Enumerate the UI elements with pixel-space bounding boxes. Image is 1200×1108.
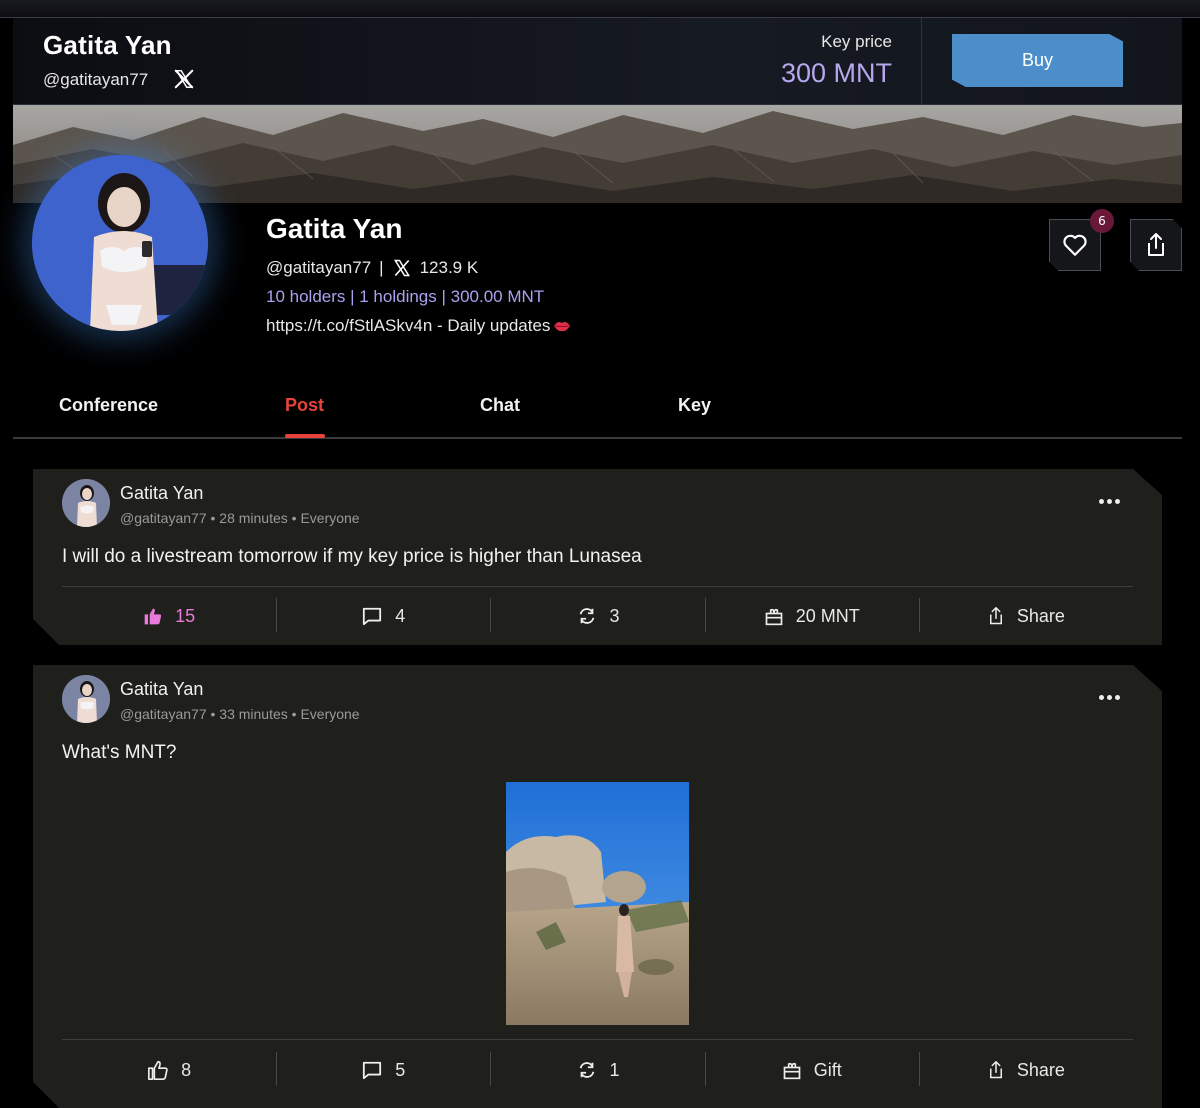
share-profile-button[interactable] — [1130, 219, 1182, 271]
repost-icon — [576, 606, 598, 626]
follower-count: 123.9 K — [419, 258, 479, 277]
gift-icon — [782, 1060, 802, 1080]
profile-bio: https://t.co/fStlASkv4n - Daily updates — [266, 316, 551, 335]
post-divider — [62, 1039, 1133, 1040]
gift-icon — [764, 606, 784, 626]
profile-handle[interactable]: @gatitayan77 — [266, 258, 371, 278]
tab-chat[interactable]: Chat — [480, 395, 520, 416]
comment-button[interactable]: 4 — [276, 596, 490, 636]
profile-header: Gatita Yan @gatitayan77 Key price 300 MN… — [13, 18, 1182, 105]
tab-post[interactable]: Post — [285, 395, 324, 416]
lips-icon — [553, 319, 571, 333]
post-author-name[interactable]: Gatita Yan — [120, 679, 203, 700]
more-options-icon[interactable] — [1096, 687, 1122, 707]
comment-button[interactable]: 5 — [276, 1050, 490, 1090]
post-divider — [62, 586, 1133, 587]
x-icon[interactable] — [392, 258, 412, 278]
post-card: Gatita Yan @gatitayan77 • 28 minutes • E… — [33, 469, 1162, 645]
post-author-avatar[interactable] — [62, 675, 110, 723]
post-text: I will do a livestream tomorrow if my ke… — [62, 546, 642, 567]
post-author-avatar[interactable] — [62, 479, 110, 527]
share-icon — [987, 605, 1005, 627]
browser-top-strip — [0, 0, 1200, 18]
gift-button[interactable]: Gift — [705, 1050, 919, 1090]
share-button[interactable]: Share — [919, 596, 1133, 636]
thumbs-up-filled-icon — [143, 606, 163, 626]
like-button[interactable]: 8 — [62, 1050, 276, 1090]
gift-button[interactable]: 20 MNT — [705, 596, 919, 636]
gift-amount: 20 MNT — [795, 605, 860, 626]
like-count: 8 — [181, 1059, 192, 1080]
heart-icon — [1062, 233, 1088, 257]
x-icon[interactable] — [173, 68, 195, 90]
header-divider — [921, 18, 922, 105]
key-price-value: 300 MNT — [780, 58, 892, 88]
repost-button[interactable]: 3 — [490, 596, 704, 636]
repost-button[interactable]: 1 — [490, 1050, 704, 1090]
header-handle[interactable]: @gatitayan77 — [43, 70, 148, 90]
profile-bio-row: https://t.co/fStlASkv4n - Daily updates — [266, 316, 571, 336]
gift-label: Gift — [813, 1059, 842, 1080]
more-options-icon[interactable] — [1096, 491, 1122, 511]
profile-page: Gatita Yan @gatitayan77 Key price 300 MN… — [13, 18, 1182, 1108]
profile-tabs: Conference Post Chat Key — [13, 383, 1182, 439]
thumbs-up-icon — [147, 1059, 169, 1081]
profile-name: Gatita Yan — [266, 213, 403, 244]
post-meta: @gatitayan77 • 28 minutes • Everyone — [120, 510, 360, 526]
share-icon — [987, 1059, 1005, 1081]
like-count: 15 — [175, 605, 196, 626]
repost-icon — [576, 1060, 598, 1080]
repost-count: 1 — [609, 1059, 620, 1080]
share-label: Share — [1016, 1059, 1065, 1080]
post-image[interactable] — [506, 782, 689, 1025]
comment-icon — [361, 606, 383, 626]
comment-icon — [361, 1060, 383, 1080]
handle-separator: | — [379, 258, 384, 277]
buy-button[interactable]: Buy — [952, 34, 1123, 87]
post-author-name[interactable]: Gatita Yan — [120, 483, 203, 504]
tab-conference[interactable]: Conference — [59, 395, 158, 416]
post-text: What's MNT? — [62, 742, 177, 763]
post-actions: 15 4 3 20 MNT Share — [62, 596, 1133, 636]
repost-count: 3 — [609, 605, 620, 626]
like-button[interactable]: 15 — [62, 596, 276, 636]
comment-count: 5 — [395, 1059, 406, 1080]
comment-count: 4 — [395, 605, 406, 626]
post-meta: @gatitayan77 • 33 minutes • Everyone — [120, 706, 360, 722]
tab-key[interactable]: Key — [678, 395, 711, 416]
share-button[interactable]: Share — [919, 1050, 1133, 1090]
profile-handle-row: @gatitayan77 | 123.9 K — [266, 258, 478, 278]
post-actions: 8 5 1 Gift Share — [62, 1050, 1133, 1090]
share-icon — [1144, 232, 1168, 258]
profile-stats[interactable]: 10 holders | 1 holdings | 300.00 MNT — [266, 287, 544, 307]
key-price-label: Key price — [821, 32, 892, 51]
header-name: Gatita Yan — [43, 30, 172, 60]
like-count-badge: 6 — [1090, 209, 1114, 233]
share-label: Share — [1016, 605, 1065, 626]
profile-avatar — [32, 155, 208, 331]
post-card: Gatita Yan @gatitayan77 • 33 minutes • E… — [33, 665, 1162, 1108]
active-tab-indicator — [285, 434, 325, 438]
